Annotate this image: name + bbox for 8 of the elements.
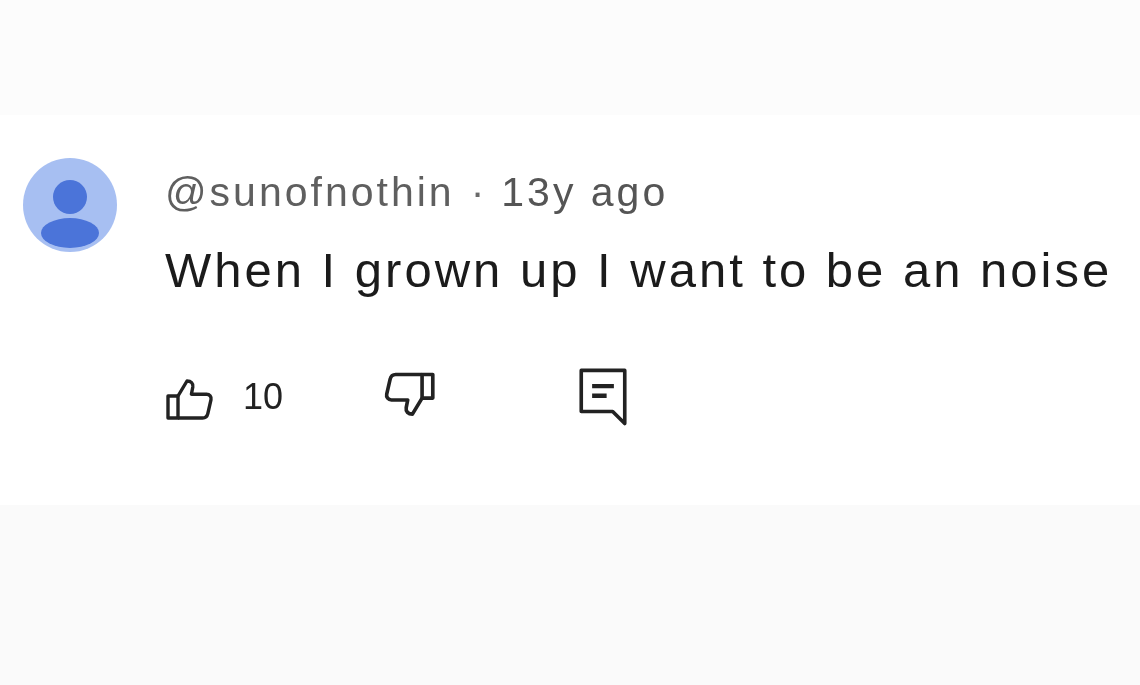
avatar-icon — [23, 158, 117, 252]
comment-author[interactable]: @sunofnothin — [165, 170, 455, 214]
like-count: 10 — [243, 375, 284, 419]
comment-icon — [578, 368, 629, 426]
comment-time[interactable]: 13y ago — [501, 170, 669, 214]
reply-button[interactable] — [578, 368, 629, 426]
separator-dot: · — [470, 170, 488, 214]
comment-text: When I grown up I want to be an noise — [165, 242, 1114, 299]
